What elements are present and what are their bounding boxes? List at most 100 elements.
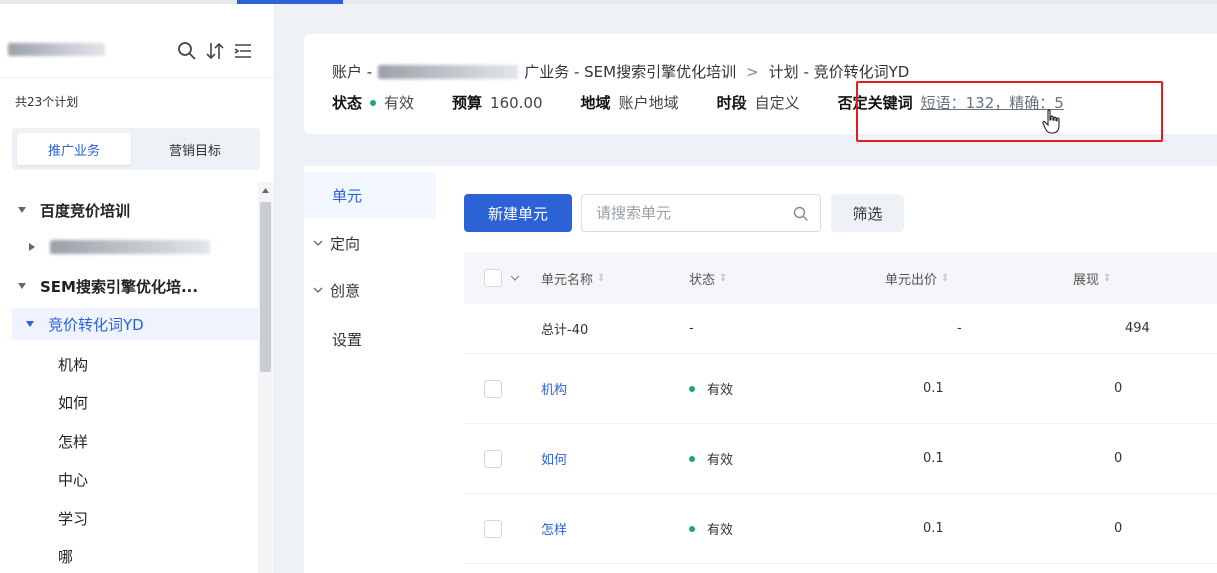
- tree-unit-item[interactable]: 哪: [58, 540, 73, 572]
- column-impressions[interactable]: 展现 ⇕: [1073, 252, 1111, 304]
- column-unit-name[interactable]: 单元名称 ⇕: [541, 252, 605, 304]
- menu-collapse-icon[interactable]: [232, 40, 254, 62]
- budget-label: 预算: [452, 94, 483, 112]
- blurred-plan-name: [50, 240, 210, 254]
- unit-search-input[interactable]: [596, 203, 776, 223]
- column-label: 单元出价: [885, 272, 938, 288]
- plan-count: 共23个计划: [15, 95, 79, 109]
- unit-status-text: 有效: [707, 523, 734, 538]
- unit-impressions: 0: [1114, 381, 1123, 396]
- tree-plan-label: 百度竞价培训: [40, 201, 131, 220]
- sort-icon[interactable]: ⇕: [719, 273, 727, 284]
- tree-unit-item[interactable]: 中心: [58, 463, 88, 495]
- filter-button[interactable]: 筛选: [831, 194, 904, 232]
- schedule-value[interactable]: 自定义: [755, 92, 800, 113]
- unit-search: [581, 194, 821, 232]
- sort-icon[interactable]: [204, 40, 226, 62]
- table-row: 如何 有效 0.1 0: [464, 424, 1217, 494]
- sort-icon[interactable]: ⇕: [1103, 273, 1111, 284]
- budget-value[interactable]: 160.00: [490, 94, 543, 112]
- unit-name-link[interactable]: 如何: [541, 424, 567, 493]
- breadcrumb-plan: 计划 - 竞价转化词YD: [768, 63, 910, 81]
- tab-creative-label: 创意: [330, 281, 361, 300]
- tab-targeting-label: 定向: [330, 234, 361, 253]
- chevron-down-icon[interactable]: [510, 273, 520, 283]
- table-row: 怎样 有效 0.1 0: [464, 494, 1217, 564]
- column-label: 展现: [1073, 272, 1100, 288]
- highlight-box: [856, 81, 1163, 142]
- caret-down-icon: [26, 321, 34, 327]
- unit-name-link[interactable]: 怎样: [541, 494, 567, 563]
- unit-impressions: 0: [1114, 451, 1123, 466]
- breadcrumb-business[interactable]: 广业务 - SEM搜索引擎优化培训: [524, 61, 736, 82]
- tree-unit-item[interactable]: 机构: [58, 348, 88, 380]
- sidebar-scrollbar[interactable]: [258, 182, 273, 573]
- tree-plan-label: 竞价转化词YD: [48, 315, 144, 334]
- tab-creative[interactable]: 创意: [304, 267, 436, 313]
- tree-collapsed-item[interactable]: [26, 231, 256, 263]
- sort-icon[interactable]: ⇕: [941, 273, 949, 284]
- segment-business[interactable]: 推广业务: [17, 133, 131, 165]
- unit-status-text: 有效: [707, 383, 734, 398]
- caret-down-icon: [18, 207, 26, 213]
- unit-status: 有效: [689, 354, 733, 423]
- table-header: 单元名称 ⇕ 状态 ⇕ 单元出价 ⇕ 展现 ⇕: [464, 252, 1217, 304]
- tab-unit[interactable]: 单元: [304, 172, 436, 218]
- column-status[interactable]: 状态 ⇕: [689, 252, 727, 304]
- sidebar-header: [0, 4, 275, 78]
- schedule-label: 时段: [716, 94, 747, 112]
- blurred-account: [378, 64, 519, 79]
- status-dot: [689, 525, 695, 532]
- scroll-up-icon[interactable]: [261, 186, 270, 195]
- breadcrumb-separator: >: [746, 62, 759, 81]
- unit-list-panel: 新建单元 筛选 单元名称⇕ 状态⇕ 单元出价⇕ 展现⇕ 总计-40 - - 49…: [436, 166, 1217, 573]
- column-bid[interactable]: 单元出价 ⇕: [885, 252, 949, 304]
- tree-unit-item[interactable]: 怎样: [58, 425, 88, 457]
- chevron-down-icon: [313, 240, 323, 246]
- unit-bid[interactable]: 0.1: [923, 424, 944, 493]
- segment-control: 推广业务 营销目标: [12, 128, 260, 170]
- unit-bid[interactable]: 0.1: [923, 494, 944, 563]
- total-name: 总计-40: [541, 323, 589, 338]
- column-label: 状态: [689, 272, 716, 288]
- select-all-checkbox[interactable]: [484, 269, 502, 287]
- sort-icon[interactable]: ⇕: [597, 273, 605, 284]
- breadcrumb-account[interactable]: 账户 -: [332, 61, 372, 82]
- status-dot: [370, 99, 377, 106]
- row-checkbox[interactable]: [484, 379, 502, 398]
- tree-unit-item[interactable]: 学习: [58, 502, 88, 534]
- select-all[interactable]: [484, 252, 520, 304]
- unit-status: 有效: [689, 424, 733, 493]
- unit-impressions: 0: [1114, 521, 1123, 536]
- total-bid: -: [957, 321, 962, 336]
- tab-targeting[interactable]: 定向: [304, 220, 436, 266]
- row-checkbox[interactable]: [484, 449, 502, 468]
- blurred-account-name: [8, 43, 105, 56]
- status-dot: [689, 385, 695, 392]
- region-label: 地域: [580, 94, 611, 112]
- table-total-row: 总计-40 - - 494: [464, 304, 1217, 354]
- new-unit-button[interactable]: 新建单元: [464, 194, 572, 232]
- total-status: -: [689, 321, 694, 336]
- unit-bid[interactable]: 0.1: [923, 354, 944, 423]
- scrollbar-thumb[interactable]: [260, 202, 271, 372]
- tree-unit-item[interactable]: 如何: [58, 386, 88, 418]
- row-checkbox[interactable]: [484, 519, 502, 538]
- status-label: 状态: [332, 94, 363, 112]
- unit-tabs: 单元 定向 创意 设置: [304, 166, 436, 573]
- tab-settings[interactable]: 设置: [304, 316, 436, 362]
- search-icon[interactable]: [792, 205, 810, 223]
- unit-status: 有效: [689, 494, 733, 563]
- caret-down-icon: [18, 283, 26, 289]
- tree-plan-sem[interactable]: SEM搜索引擎优化培...: [16, 270, 256, 302]
- tree-plan-baidu[interactable]: 百度竞价培训: [16, 194, 256, 226]
- tree-plan-selected[interactable]: 竞价转化词YD: [12, 308, 258, 340]
- search-icon[interactable]: [176, 40, 198, 62]
- region-value[interactable]: 账户地域: [619, 92, 679, 113]
- table-row: 机构 有效 0.1 0: [464, 354, 1217, 424]
- segment-marketing-goal[interactable]: 营销目标: [138, 133, 252, 165]
- chevron-down-icon: [313, 287, 323, 293]
- tree-plan-label: SEM搜索引擎优化培...: [40, 277, 199, 296]
- unit-name-link[interactable]: 机构: [541, 354, 567, 423]
- total-impressions: 494: [1125, 321, 1150, 336]
